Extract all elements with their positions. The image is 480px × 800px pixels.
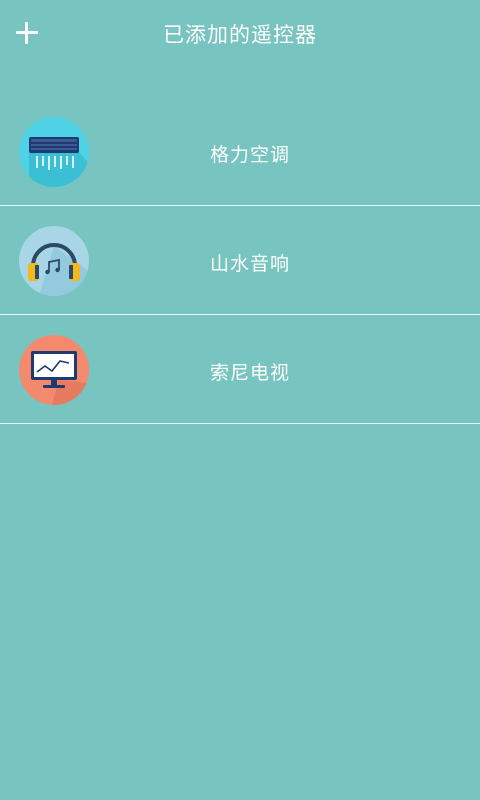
list-item-label: 格力空调 — [209, 144, 290, 166]
list-item-air-conditioner[interactable]: 格力空调 — [0, 97, 480, 206]
list-item-label: 山水音响 — [209, 253, 290, 275]
list-item-label: 索尼电视 — [209, 362, 290, 384]
header-bar: 已添加的遥控器 — [0, 0, 480, 72]
list-item-tv[interactable]: 索尼电视 — [0, 315, 480, 424]
remote-list: 格力空调 山水音响 索尼电视 — [0, 97, 480, 424]
list-item-speaker[interactable]: 山水音响 — [0, 206, 480, 315]
page-title: 已添加的遥控器 — [163, 23, 317, 47]
